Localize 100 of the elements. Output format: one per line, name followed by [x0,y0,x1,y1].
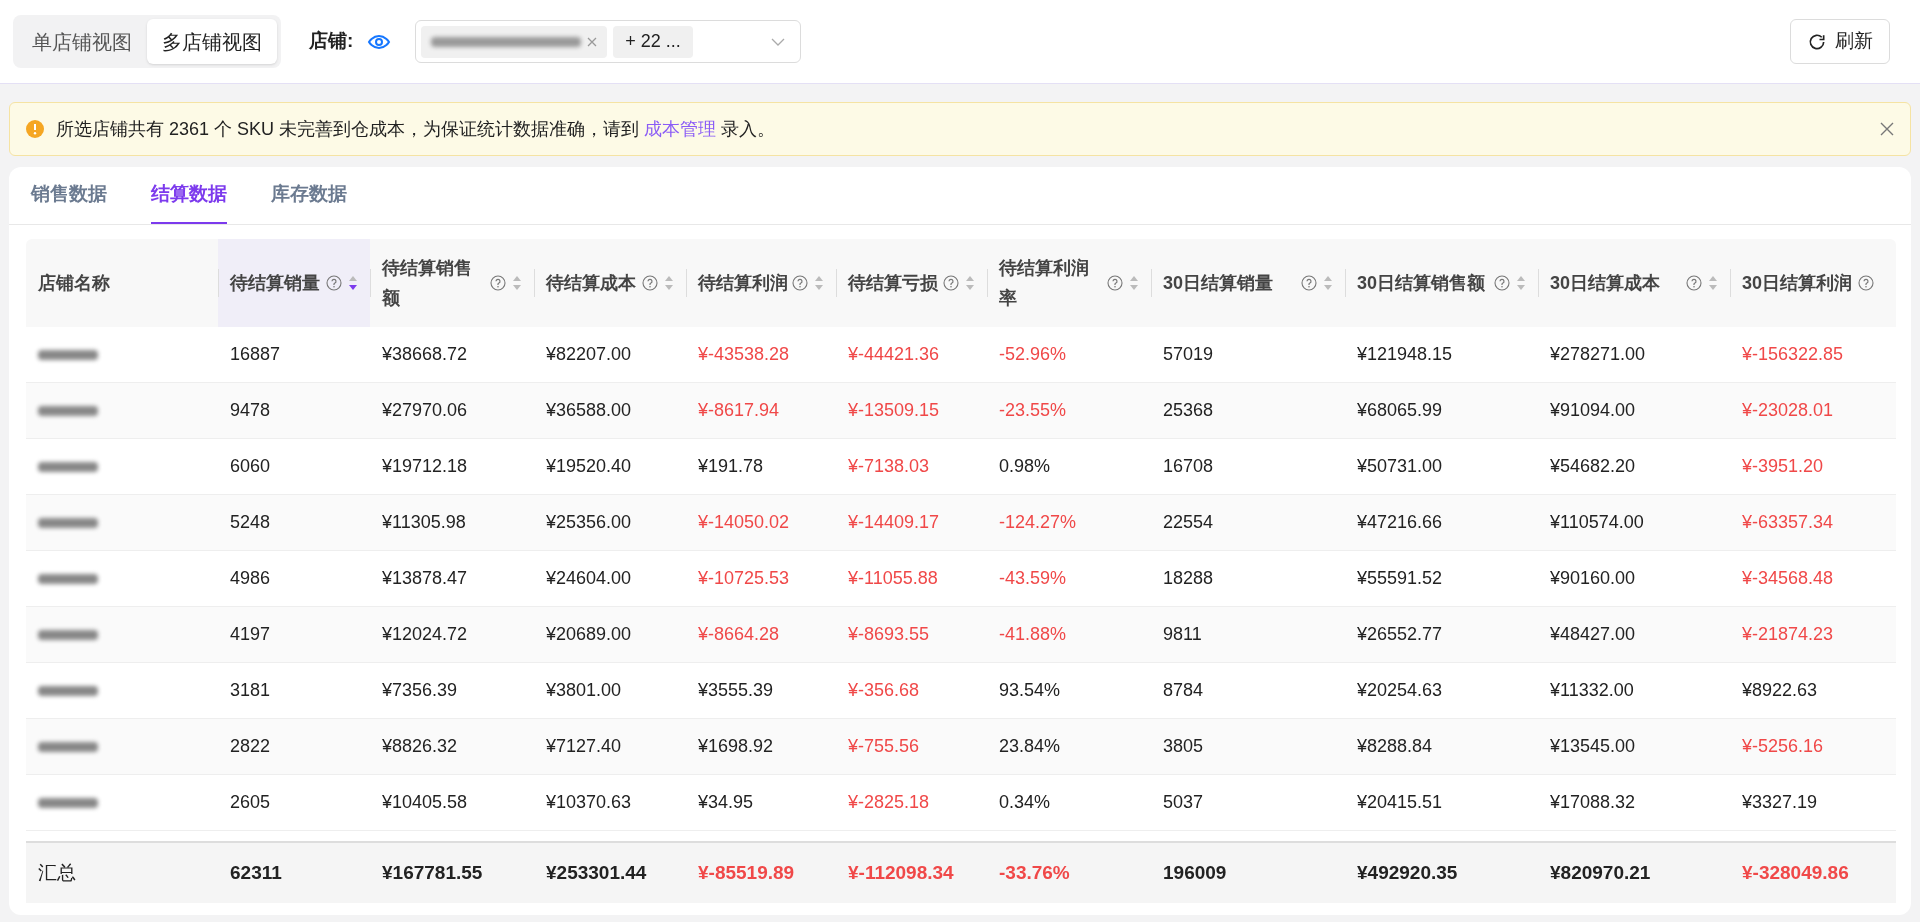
table-cell-text: ¥38668.72 [381,343,469,366]
close-icon[interactable] [1880,122,1894,136]
help-icon [792,275,808,291]
table-cell-text: ¥121948.15 [1356,343,1454,366]
cost-management-link[interactable]: 成本管理 [644,118,717,139]
table-cell-text: ¥3801.00 [545,679,623,702]
tab[interactable]: 结算数据 [151,179,227,224]
table-cell-text: 9478 [229,399,272,422]
help-icon [642,275,658,291]
table-cell-text: 6060 [229,455,272,478]
table-cell-text: ¥48427.00 [1549,623,1637,646]
table-cell-text: ¥26552.77 [1356,623,1444,646]
table-cell-text: ¥3555.39 [697,679,775,702]
table-cell-text: ¥-3951.20 [1741,455,1825,478]
column-header[interactable]: 待结算成本 [534,239,686,327]
column-header[interactable]: 待结算销量 [218,239,370,327]
table-cell-text: 23.84% [998,735,1062,758]
table-cell-text: ¥82207.00 [545,343,633,366]
table-cell-text: ¥-10725.53 [697,567,791,590]
table-cell-text: 3181 [229,679,272,702]
table-cell-text: ¥-8617.94 [697,399,781,422]
table-cell-text: ¥-85519.89 [697,860,796,885]
table-cell-text: ¥20254.63 [1356,679,1444,702]
refresh-icon [1807,31,1827,52]
view-tab[interactable]: 多店铺视图 [147,19,277,64]
table-cell-text: ¥-34568.48 [1741,567,1835,590]
table-cell-text: ¥36588.00 [545,399,633,422]
store-filter-label: 店铺: [309,29,354,54]
table-cell-text: 62311 [229,860,283,885]
table-cell-text: ¥13878.47 [381,567,469,590]
table-cell-text: ¥278271.00 [1549,343,1647,366]
table-cell-text: ¥7127.40 [545,735,623,758]
table-cell-text: ¥1698.92 [697,735,775,758]
table-cell-text: -43.59% [998,567,1068,590]
tab[interactable]: 库存数据 [271,179,347,224]
table-cell-text: ¥492920.35 [1356,860,1459,885]
close-icon[interactable] [587,36,598,47]
table-cell-text: ¥-23028.01 [1741,399,1835,422]
blurred-text [38,741,98,752]
table-cell-text: 16887 [229,343,282,366]
table-cell-text: -33.76% [998,860,1071,885]
table-cell-text: ¥-112098.34 [847,860,955,885]
table-cell-text: ¥-7138.03 [847,455,931,478]
help-icon [490,275,506,291]
column-header[interactable]: 待结算利润 [686,239,836,327]
blurred-text [38,517,98,528]
blurred-text [38,405,98,416]
table-cell-text: ¥12024.72 [381,623,469,646]
table-cell-text: ¥253301.44 [545,860,648,885]
refresh-button[interactable]: 刷新 [1790,19,1890,64]
table-cell-text: ¥7356.39 [381,679,459,702]
table-cell-text: ¥8826.32 [381,735,459,758]
column-header[interactable]: 待结算利润率 [987,239,1151,327]
table-cell-text: ¥11305.98 [381,511,467,534]
table-cell-text: ¥19520.40 [545,455,633,478]
table-cell-text: ¥19712.18 [381,455,469,478]
chevron-down-icon [771,37,786,46]
table-cell-text: 22554 [1162,511,1215,534]
table-cell-text: ¥-8664.28 [697,623,781,646]
table-cell-text: ¥-156322.85 [1741,343,1845,366]
column-header[interactable]: 30日结算销量 [1151,239,1345,327]
table-cell-text: ¥27970.06 [381,399,469,422]
table-cell-text: ¥68065.99 [1356,399,1444,422]
view-tab[interactable]: 单店铺视图 [17,19,147,64]
table-cell-text: ¥-14409.17 [847,511,941,534]
table-cell-text: ¥-43538.28 [697,343,791,366]
table-cell-text: ¥191.78 [697,455,765,478]
column-header[interactable]: 30日结算利润 [1730,239,1886,327]
table-cell-text: -41.88% [998,623,1068,646]
table-cell-text: ¥50731.00 [1356,455,1444,478]
blurred-text [38,573,98,584]
table-cell-text: 18288 [1162,567,1215,590]
table-cell-text: -52.96% [998,343,1068,366]
table-cell-text: ¥10405.58 [381,791,469,814]
column-header[interactable]: 30日结算成本 [1538,239,1730,327]
column-header[interactable]: 店铺名称 [26,239,218,327]
table-cell-text: ¥-2825.18 [847,791,931,814]
column-header[interactable]: 待结算亏损 [836,239,987,327]
help-icon [1494,275,1510,291]
store-select[interactable]: + 22 ... [415,20,802,63]
table-cell-text: 4986 [229,567,272,590]
help-icon [943,275,959,291]
table-cell-text: ¥54682.20 [1549,455,1637,478]
table-cell-text: ¥3327.19 [1741,791,1819,814]
table-cell-text: 2822 [229,735,272,758]
table-cell-text: ¥91094.00 [1549,399,1637,422]
table-cell-text: 5248 [229,511,272,534]
tab[interactable]: 销售数据 [31,179,107,224]
table-cell-text: ¥110574.00 [1549,511,1645,534]
table-cell-text: ¥34.95 [697,791,755,814]
column-header[interactable]: 待结算销售额 [370,239,534,327]
store-chip[interactable] [421,25,608,58]
table-cell-text: ¥167781.55 [381,860,484,885]
table-cell-text: ¥24604.00 [545,567,633,590]
column-header[interactable]: 30日结算销售额 [1345,239,1538,327]
help-icon [1686,275,1702,291]
table-cell-text: ¥10370.63 [545,791,633,814]
table-cell-text: 9811 [1162,623,1203,646]
table-cell-text: 4197 [229,623,272,646]
table-cell-text: ¥25356.00 [545,511,633,534]
